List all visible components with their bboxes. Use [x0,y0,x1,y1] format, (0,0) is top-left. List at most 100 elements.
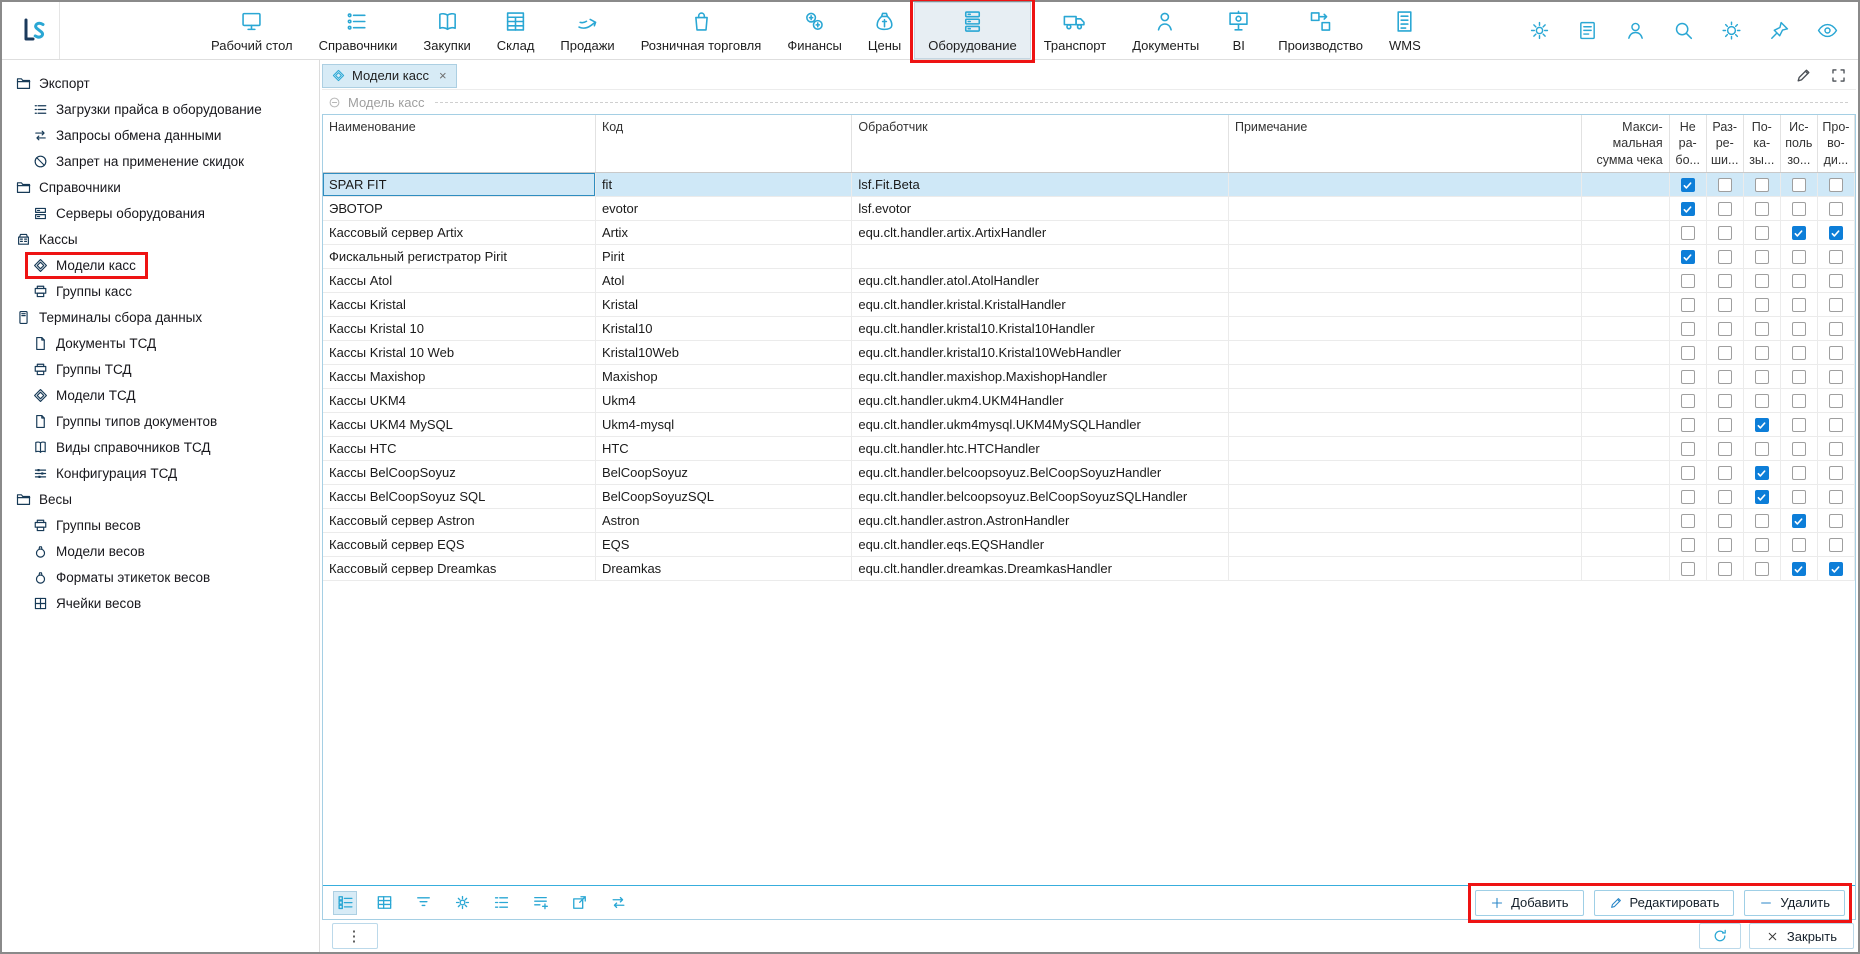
sidebar-item-8[interactable]: Группы касс [2,278,319,304]
tab-close-icon[interactable]: × [439,68,447,83]
table-row-11[interactable]: Кассы HTCHTCequ.clt.handler.htc.HTCHandl… [323,436,1855,460]
table-row-5[interactable]: Кассы KristalKristalequ.clt.handler.kris… [323,292,1855,316]
sidebar-item-7[interactable]: Модели касс [2,252,319,278]
row-checkbox[interactable] [1829,202,1843,216]
row-checkbox[interactable] [1718,490,1732,504]
app-logo[interactable] [8,2,60,59]
insert-row-button[interactable] [528,891,552,915]
sidebar-item-17[interactable]: Группы весов [2,512,319,538]
row-checkbox[interactable] [1718,538,1732,552]
sidebar-item-1[interactable]: Загрузки прайса в оборудование [2,96,319,122]
row-checkbox[interactable] [1681,442,1695,456]
table-row-16[interactable]: Кассовый сервер DreamkasDreamkasequ.clt.… [323,556,1855,580]
row-checkbox[interactable] [1718,274,1732,288]
add-button[interactable]: Добавить [1475,890,1583,916]
column-header-max_sum[interactable]: Макси- мальная сумма чека [1581,115,1669,172]
sidebar-item-12[interactable]: Модели ТСД [2,382,319,408]
row-checkbox[interactable] [1681,250,1695,264]
row-checkbox[interactable] [1829,226,1843,240]
row-checkbox[interactable] [1792,418,1806,432]
row-checkbox[interactable] [1755,442,1769,456]
column-header-code[interactable]: Код [595,115,851,172]
row-checkbox[interactable] [1718,514,1732,528]
table-row-3[interactable]: Фискальный регистратор PiritPirit [323,244,1855,268]
row-checkbox[interactable] [1755,346,1769,360]
row-checkbox[interactable] [1829,562,1843,576]
row-checkbox[interactable] [1718,250,1732,264]
row-checkbox[interactable] [1681,298,1695,312]
row-checkbox[interactable] [1755,322,1769,336]
row-checkbox[interactable] [1792,202,1806,216]
row-checkbox[interactable] [1792,370,1806,384]
row-checkbox[interactable] [1792,226,1806,240]
row-checkbox[interactable] [1755,298,1769,312]
row-checkbox[interactable] [1755,178,1769,192]
row-checkbox[interactable] [1792,322,1806,336]
row-checkbox[interactable] [1718,298,1732,312]
row-checkbox[interactable] [1829,250,1843,264]
table-row-7[interactable]: Кассы Kristal 10 WebKristal10Webequ.clt.… [323,340,1855,364]
open-external-button[interactable] [567,891,591,915]
sidebar-item-11[interactable]: Группы ТСД [2,356,319,382]
sidebar-item-20[interactable]: Ячейки весов [2,590,319,616]
row-checkbox[interactable] [1792,466,1806,480]
row-checkbox[interactable] [1681,346,1695,360]
ribbon-item-documents[interactable]: Документы [1119,2,1212,59]
ribbon-item-wms[interactable]: WMS [1376,2,1434,59]
row-checkbox[interactable] [1792,562,1806,576]
pin-button[interactable] [1766,18,1792,44]
row-checkbox[interactable] [1755,226,1769,240]
row-checkbox[interactable] [1681,178,1695,192]
row-checkbox[interactable] [1681,370,1695,384]
sidebar-item-19[interactable]: Форматы этикеток весов [2,564,319,590]
column-header-cb1[interactable]: Раз- ре- ши... [1706,115,1743,172]
row-checkbox[interactable] [1681,202,1695,216]
row-checkbox[interactable] [1681,466,1695,480]
sidebar-item-13[interactable]: Группы типов документов [2,408,319,434]
row-checkbox[interactable] [1681,514,1695,528]
sidebar-item-4[interactable]: Справочники [2,174,319,200]
table-row-13[interactable]: Кассы BelCoopSoyuz SQLBelCoopSoyuzSQLequ… [323,484,1855,508]
row-checkbox[interactable] [1829,490,1843,504]
sidebar-item-10[interactable]: Документы ТСД [2,330,319,356]
sidebar-item-14[interactable]: Виды справочников ТСД [2,434,319,460]
column-header-handler[interactable]: Обработчик [852,115,1229,172]
row-checkbox[interactable] [1718,178,1732,192]
table-scroll-area[interactable]: НаименованиеКодОбработчикПримечаниеМакси… [323,115,1855,885]
ribbon-item-desktop[interactable]: Рабочий стол [198,2,306,59]
column-header-cb4[interactable]: Про- во- ди... [1817,115,1854,172]
row-checkbox[interactable] [1792,250,1806,264]
row-checkbox[interactable] [1792,514,1806,528]
row-checkbox[interactable] [1718,226,1732,240]
row-checkbox[interactable] [1829,394,1843,408]
sidebar-item-16[interactable]: Весы [2,486,319,512]
row-checkbox[interactable] [1718,202,1732,216]
row-checkbox[interactable] [1681,322,1695,336]
ribbon-item-prices[interactable]: Цены [855,2,914,59]
row-checkbox[interactable] [1755,370,1769,384]
row-checkbox[interactable] [1829,322,1843,336]
column-header-name[interactable]: Наименование [323,115,595,172]
row-checkbox[interactable] [1829,442,1843,456]
sidebar-item-6[interactable]: Кассы [2,226,319,252]
row-checkbox[interactable] [1792,394,1806,408]
close-button[interactable]: Закрыть [1749,923,1854,949]
ribbon-item-finance[interactable]: Финансы [774,2,855,59]
row-checkbox[interactable] [1829,298,1843,312]
row-checkbox[interactable] [1718,562,1732,576]
expand-view-button[interactable] [1829,66,1848,85]
edit-view-button[interactable] [1794,66,1813,85]
ribbon-item-retail[interactable]: Розничная торговля [628,2,775,59]
row-checkbox[interactable] [1681,274,1695,288]
row-checkbox[interactable] [1755,514,1769,528]
search-button[interactable] [1670,18,1696,44]
table-row-6[interactable]: Кассы Kristal 10Kristal10equ.clt.handler… [323,316,1855,340]
column-header-cb2[interactable]: По- ка- зы... [1743,115,1780,172]
row-checkbox[interactable] [1792,490,1806,504]
column-header-cb3[interactable]: Ис- поль зо... [1780,115,1817,172]
row-checkbox[interactable] [1681,226,1695,240]
row-checkbox[interactable] [1829,274,1843,288]
sidebar-item-15[interactable]: Конфигурация ТСД [2,460,319,486]
view-list-button[interactable] [333,891,357,915]
grid-settings-button[interactable] [450,891,474,915]
